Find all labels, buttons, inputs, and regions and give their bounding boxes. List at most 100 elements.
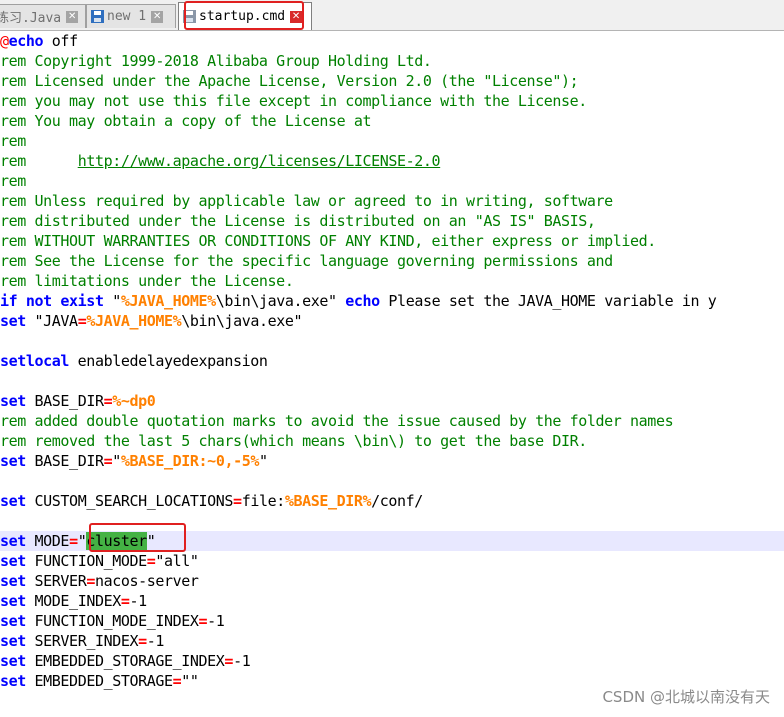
tab-bar: 练习.Java ✕ new 1 ✕ startup.cmd ✕ [0,0,784,31]
text: -1 [146,632,165,650]
keyword: echo [345,292,380,310]
text: enabledelayedexpansion [69,352,268,370]
license-url-link[interactable]: http://www.apache.org/licenses/LICENSE-2… [78,152,441,170]
code-line-31: set SERVER_INDEX=-1 [0,631,164,651]
keyword: set [0,652,26,670]
operator: = [224,652,234,670]
tab-close-icon[interactable]: ✕ [66,10,79,23]
code-editor[interactable]: @echo off rem Copyright 1999-2018 Alibab… [0,31,784,717]
operator: = [103,392,113,410]
save-disk-icon [91,10,104,23]
text: \bin\java.exe" [181,312,303,330]
operator: = [172,672,182,690]
keyword: set [0,452,26,470]
keyword: set [0,492,26,510]
text: " [112,452,121,470]
text: file: [241,492,286,510]
code-line-12: rem See the License for the specific lan… [0,252,613,270]
text: " [103,292,121,310]
text: SERVER [25,572,87,590]
code-line-27: set FUNCTION_MODE="all" [0,551,199,571]
text: -1 [129,592,148,610]
selected-text-cluster[interactable]: cluster [86,532,147,550]
code-line-30: set FUNCTION_MODE_INDEX=-1 [0,611,225,631]
comment-prefix: rem [0,152,78,170]
code-line-2: rem Copyright 1999-2018 Alibaba Group Ho… [0,52,432,70]
keyword: set [0,612,26,630]
tab-label: startup.cmd [199,9,286,24]
code-line-28: set SERVER=nacos-server [0,571,199,591]
keyword: if not exist [0,292,104,310]
code-line-15: set "JAVA=%JAVA_HOME%\bin\java.exe" [0,311,303,331]
code-line-33: set EMBEDDED_STORAGE="" [0,671,199,691]
text: "JAVA [25,312,79,330]
code-line-29: set MODE_INDEX=-1 [0,591,147,611]
tab-new-1[interactable]: new 1 ✕ [86,4,176,28]
text: EMBEDDED_STORAGE [25,672,174,690]
tab-label: new 1 [107,9,147,24]
variable: %JAVA_HOME% [120,292,216,310]
text: "all" [155,552,199,570]
text: \bin\java.exe" [215,292,346,310]
code-line-24: set CUSTOM_SEARCH_LOCATIONS=file:%BASE_D… [0,491,423,511]
keyword: setlocal [0,352,70,370]
text: BASE_DIR [25,392,104,410]
text: " [146,532,156,550]
code-line-10: rem distributed under the License is dis… [0,212,596,230]
operator: = [69,532,78,550]
code-line-1: @echo off [0,31,78,51]
operator: = [233,492,242,510]
tab-close-icon[interactable]: ✕ [151,10,164,23]
text: FUNCTION_MODE [25,552,148,570]
keyword: set [0,532,26,550]
code-line-4: rem you may not use this file except in … [0,92,587,110]
text: nacos-server [94,572,199,590]
tab-close-icon[interactable]: ✕ [290,10,303,23]
code-line-21: rem removed the last 5 chars(which means… [0,432,587,450]
tab-startup-cmd[interactable]: startup.cmd ✕ [178,2,312,30]
text: /conf/ [371,492,423,510]
text: " [258,452,268,470]
at-symbol: @ [0,32,9,50]
keyword: set [0,632,26,650]
code-line-26: set MODE="cluster" [0,531,156,551]
text: MODE [25,532,70,550]
text: off [43,32,78,50]
text: BASE_DIR [25,452,104,470]
operator: = [120,592,130,610]
code-line-13: rem limitations under the License. [0,272,294,290]
code-line-17: setlocal enabledelayedexpansion [0,351,268,371]
code-line-14: if not exist "%JAVA_HOME%\bin\java.exe" … [0,291,717,311]
code-line-20: rem added double quotation marks to avoi… [0,412,674,430]
code-line-3: rem Licensed under the Apache License, V… [0,72,579,90]
variable: %BASE_DIR:~0,-5% [120,452,259,470]
save-disk-icon [183,10,196,23]
code-line-6: rem [0,132,26,150]
text: Please set the JAVA_HOME variable in y [379,292,717,310]
code-line-5: rem You may obtain a copy of the License… [0,112,372,130]
text: MODE_INDEX [25,592,122,610]
variable: %BASE_DIR% [284,492,372,510]
code-line-11: rem WITHOUT WARRANTIES OR CONDITIONS OF … [0,232,656,250]
text: EMBEDDED_STORAGE_INDEX [25,652,225,670]
code-line-7: rem http://www.apache.org/licenses/LICEN… [0,151,441,171]
text: -1 [207,612,225,630]
keyword: set [0,552,26,570]
operator: = [138,632,147,650]
tab-practice-java[interactable]: 练习.Java ✕ [0,4,86,28]
variable: %~dp0 [112,392,156,410]
text: FUNCTION_MODE_INDEX [25,612,199,630]
text: SERVER_INDEX [25,632,139,650]
code-line-9: rem Unless required by applicable law or… [0,192,613,210]
code-line-19: set BASE_DIR=%~dp0 [0,391,156,411]
code-line-8: rem [0,172,26,190]
keyword: set [0,572,26,590]
tab-label: 练习.Java [0,11,62,26]
keyword: set [0,392,26,410]
text: "" [181,672,199,690]
text: CUSTOM_SEARCH_LOCATIONS [25,492,234,510]
code-line-22: set BASE_DIR="%BASE_DIR:~0,-5%" [0,451,268,471]
code-line-32: set EMBEDDED_STORAGE_INDEX=-1 [0,651,251,671]
text: -1 [233,652,251,670]
operator: = [198,612,208,630]
